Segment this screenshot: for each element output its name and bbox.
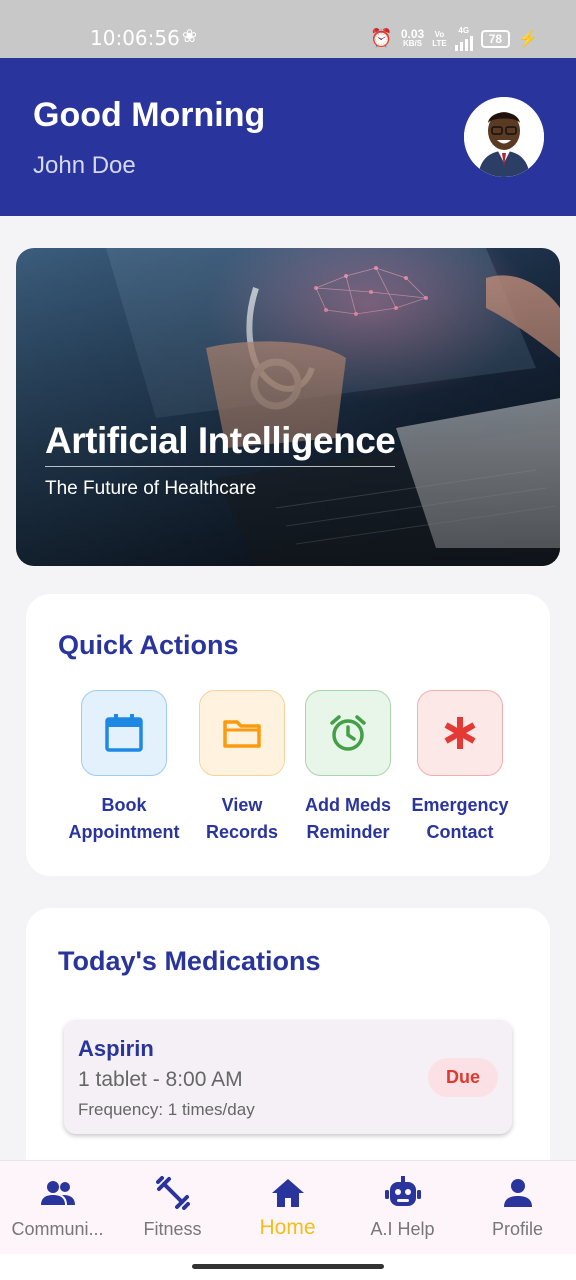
status-bar: 10:06:56 ❀ ⏰ 0.03 KB/S Vo LTE 4G 78 ⚡ <box>0 0 576 58</box>
calendar-icon <box>81 690 167 776</box>
greeting-header: Good Morning John Doe <box>0 58 576 216</box>
medication-frequency: Frequency: 1 times/day <box>78 1100 255 1119</box>
nav-ai-help[interactable]: A.I Help <box>345 1161 460 1255</box>
nav-home[interactable]: Home <box>230 1161 345 1255</box>
medication-dose: 1 tablet - 8:00 AM <box>78 1068 243 1091</box>
medications-title: Today's Medications <box>58 946 321 976</box>
greeting-text: Good Morning <box>33 96 266 134</box>
nav-fitness[interactable]: Fitness <box>115 1161 230 1255</box>
quick-actions-card: Quick Actions Book Appointment View Reco… <box>26 594 550 876</box>
emergency-contact-button[interactable]: Emergency Contact <box>395 690 525 846</box>
people-icon <box>38 1175 78 1211</box>
banner-image <box>16 248 560 566</box>
avatar[interactable] <box>464 97 544 177</box>
folder-icon <box>199 690 285 776</box>
nav-community-label: Communi... <box>11 1219 104 1239</box>
medication-name: Aspirin <box>78 1036 154 1061</box>
status-time: 10:06:56 <box>90 26 180 50</box>
alarm-clock-icon <box>305 690 391 776</box>
person-icon <box>498 1175 538 1211</box>
dumbbell-icon <box>153 1175 193 1211</box>
signal-strength-icon: 4G <box>454 26 473 51</box>
nav-ai-help-label: A.I Help <box>370 1219 435 1239</box>
battery-level: 78 <box>480 29 511 48</box>
health-banner[interactable]: Artificial Intelligence The Future of He… <box>16 248 560 566</box>
book-appointment-button[interactable]: Book Appointment <box>59 690 189 846</box>
emergency-contact-line1: Emergency <box>411 795 509 815</box>
banner-title: Artificial Intelligence <box>45 420 396 467</box>
volte-indicator: Vo LTE <box>432 29 447 48</box>
book-appointment-line2: Appointment <box>68 822 180 842</box>
nav-home-label: Home <box>259 1216 316 1239</box>
home-icon <box>268 1175 308 1211</box>
quick-actions-title: Quick Actions <box>58 630 239 660</box>
add-meds-reminder-line1: Add Meds <box>304 795 391 815</box>
nav-fitness-label: Fitness <box>143 1219 202 1239</box>
gesture-bar <box>0 1254 576 1280</box>
network-speed: 0.03 KB/S <box>400 26 425 48</box>
add-meds-reminder-line2: Reminder <box>306 822 390 842</box>
avatar-icon <box>464 97 544 177</box>
settings-notification-icon: ❀ <box>182 26 198 46</box>
medication-item[interactable]: Aspirin 1 tablet - 8:00 AM Frequency: 1 … <box>64 1020 512 1134</box>
status-badge[interactable]: Due <box>427 1058 498 1097</box>
nav-community[interactable]: Communi... <box>0 1161 115 1255</box>
user-name: John Doe <box>33 152 136 179</box>
alarm-status-icon: ⏰ <box>370 28 393 48</box>
asterisk-icon <box>417 690 503 776</box>
bottom-navigation: Communi... Fitness Home A.I Help Profile <box>0 1160 576 1254</box>
add-meds-reminder-button[interactable]: Add Meds Reminder <box>283 690 413 846</box>
emergency-contact-line2: Contact <box>426 822 494 842</box>
charging-icon: ⚡ <box>518 30 538 48</box>
nav-profile-label: Profile <box>491 1219 544 1239</box>
status-icons: ⏰ 0.03 KB/S Vo LTE 4G 78 ⚡ <box>370 26 538 51</box>
robot-icon <box>383 1175 423 1211</box>
banner-subtitle: The Future of Healthcare <box>45 478 257 499</box>
book-appointment-line1: Book <box>101 795 147 815</box>
home-indicator[interactable] <box>192 1264 384 1269</box>
nav-profile[interactable]: Profile <box>460 1161 575 1255</box>
